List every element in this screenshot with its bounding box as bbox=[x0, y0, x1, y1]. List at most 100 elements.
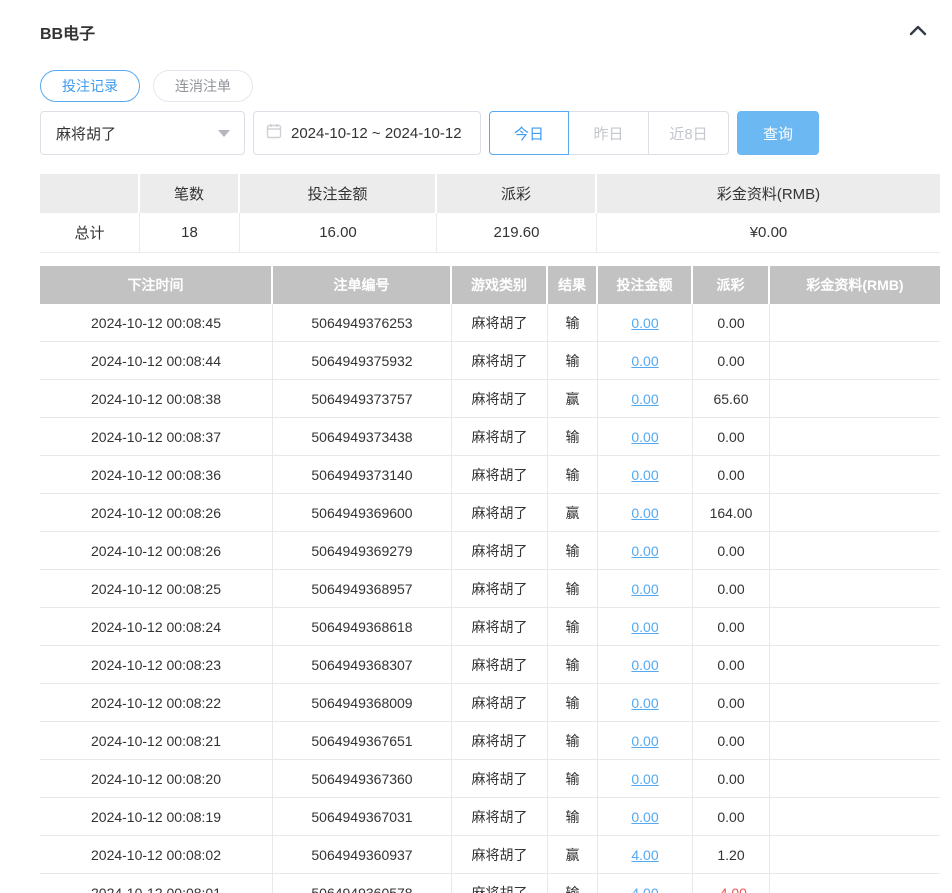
cell-order-number: 5064949375932 bbox=[273, 342, 452, 380]
cell-result: 输 bbox=[548, 684, 598, 722]
cell-payout: 0.00 bbox=[693, 798, 770, 836]
bet-amount-link[interactable]: 0.00 bbox=[631, 695, 658, 711]
cell-result: 输 bbox=[548, 570, 598, 608]
table-row: 2024-10-12 00:08:44 5064949375932 麻将胡了 输… bbox=[40, 342, 940, 380]
yesterday-button[interactable]: 昨日 bbox=[569, 111, 649, 155]
cell-bet-amount: 0.00 bbox=[598, 418, 693, 456]
cell-payout: 164.00 bbox=[693, 494, 770, 532]
cell-result: 输 bbox=[548, 874, 598, 893]
cell-jackpot bbox=[770, 494, 940, 532]
cell-game-type: 麻将胡了 bbox=[452, 418, 548, 456]
cell-order-number: 5064949367651 bbox=[273, 722, 452, 760]
cell-jackpot bbox=[770, 456, 940, 494]
cell-bet-time: 2024-10-12 00:08:45 bbox=[40, 304, 273, 342]
col-header-jackpot: 彩金资料(RMB) bbox=[770, 266, 940, 304]
summary-header-row: 笔数 投注金额 派彩 彩金资料(RMB) bbox=[40, 174, 940, 213]
cell-game-type: 麻将胡了 bbox=[452, 798, 548, 836]
cell-game-type: 麻将胡了 bbox=[452, 760, 548, 798]
collapse-button[interactable] bbox=[904, 20, 932, 44]
cell-bet-time: 2024-10-12 00:08:26 bbox=[40, 532, 273, 570]
cell-bet-time: 2024-10-12 00:08:37 bbox=[40, 418, 273, 456]
bet-amount-link[interactable]: 0.00 bbox=[631, 505, 658, 521]
table-row: 2024-10-12 00:08:23 5064949368307 麻将胡了 输… bbox=[40, 646, 940, 684]
cell-game-type: 麻将胡了 bbox=[452, 570, 548, 608]
bet-amount-link[interactable]: 0.00 bbox=[631, 581, 658, 597]
today-button[interactable]: 今日 bbox=[489, 111, 569, 155]
date-range-picker[interactable]: 2024-10-12 ~ 2024-10-12 bbox=[253, 111, 481, 155]
cell-order-number: 5064949373140 bbox=[273, 456, 452, 494]
cell-result: 输 bbox=[548, 646, 598, 684]
cell-bet-amount: 0.00 bbox=[598, 646, 693, 684]
cell-payout: 0.00 bbox=[693, 760, 770, 798]
summary-header-blank bbox=[40, 174, 140, 213]
table-row: 2024-10-12 00:08:21 5064949367651 麻将胡了 输… bbox=[40, 722, 940, 760]
cell-bet-time: 2024-10-12 00:08:36 bbox=[40, 456, 273, 494]
col-header-game-type: 游戏类别 bbox=[452, 266, 548, 304]
game-type-value: 麻将胡了 bbox=[56, 125, 117, 143]
tab-cancelled-orders[interactable]: 连消注单 bbox=[153, 70, 253, 102]
summary-total-row: 总计 18 16.00 219.60 ¥0.00 bbox=[40, 213, 940, 253]
bet-amount-link[interactable]: 0.00 bbox=[631, 467, 658, 483]
cell-order-number: 5064949369600 bbox=[273, 494, 452, 532]
summary-header-jackpot: 彩金资料(RMB) bbox=[597, 174, 940, 213]
bet-amount-link[interactable]: 0.00 bbox=[631, 429, 658, 445]
cell-jackpot bbox=[770, 532, 940, 570]
cell-result: 输 bbox=[548, 418, 598, 456]
bet-amount-link[interactable]: 0.00 bbox=[631, 391, 658, 407]
cell-bet-amount: 0.00 bbox=[598, 684, 693, 722]
bet-amount-link[interactable]: 0.00 bbox=[631, 543, 658, 559]
bet-amount-link[interactable]: 0.00 bbox=[631, 809, 658, 825]
cell-result: 输 bbox=[548, 798, 598, 836]
cell-payout: 0.00 bbox=[693, 646, 770, 684]
cell-jackpot bbox=[770, 342, 940, 380]
cell-payout: 0.00 bbox=[693, 684, 770, 722]
cell-game-type: 麻将胡了 bbox=[452, 722, 548, 760]
bet-amount-link[interactable]: 4.00 bbox=[631, 885, 658, 893]
cell-game-type: 麻将胡了 bbox=[452, 494, 548, 532]
bet-amount-link[interactable]: 0.00 bbox=[631, 353, 658, 369]
table-row: 2024-10-12 00:08:26 5064949369279 麻将胡了 输… bbox=[40, 532, 940, 570]
tab-bet-records[interactable]: 投注记录 bbox=[40, 70, 140, 102]
cell-payout: 0.00 bbox=[693, 342, 770, 380]
cell-payout: 65.60 bbox=[693, 380, 770, 418]
summary-total-count: 18 bbox=[140, 213, 240, 253]
cell-order-number: 5064949369279 bbox=[273, 532, 452, 570]
last-8-days-button[interactable]: 近8日 bbox=[649, 111, 729, 155]
cell-order-number: 5064949376253 bbox=[273, 304, 452, 342]
cell-order-number: 5064949373757 bbox=[273, 380, 452, 418]
table-row: 2024-10-12 00:08:20 5064949367360 麻将胡了 输… bbox=[40, 760, 940, 798]
query-button[interactable]: 查询 bbox=[737, 111, 819, 155]
bet-amount-link[interactable]: 4.00 bbox=[631, 847, 658, 863]
cell-payout: 0.00 bbox=[693, 304, 770, 342]
cell-payout: -4.00 bbox=[693, 874, 770, 893]
cell-result: 输 bbox=[548, 342, 598, 380]
summary-header-payout: 派彩 bbox=[437, 174, 597, 213]
cell-bet-amount: 0.00 bbox=[598, 380, 693, 418]
bet-amount-link[interactable]: 0.00 bbox=[631, 315, 658, 331]
chevron-up-icon bbox=[907, 22, 929, 43]
table-row: 2024-10-12 00:08:37 5064949373438 麻将胡了 输… bbox=[40, 418, 940, 456]
panel-title: BB电子 bbox=[40, 26, 96, 43]
cell-order-number: 5064949368009 bbox=[273, 684, 452, 722]
bet-amount-link[interactable]: 0.00 bbox=[631, 657, 658, 673]
cell-bet-amount: 4.00 bbox=[598, 874, 693, 893]
game-type-select[interactable]: 麻将胡了 bbox=[40, 111, 245, 155]
cell-order-number: 5064949367031 bbox=[273, 798, 452, 836]
table-row: 2024-10-12 00:08:26 5064949369600 麻将胡了 赢… bbox=[40, 494, 940, 532]
table-row: 2024-10-12 00:08:25 5064949368957 麻将胡了 输… bbox=[40, 570, 940, 608]
table-row: 2024-10-12 00:08:38 5064949373757 麻将胡了 赢… bbox=[40, 380, 940, 418]
cell-result: 输 bbox=[548, 532, 598, 570]
cell-jackpot bbox=[770, 608, 940, 646]
cell-result: 赢 bbox=[548, 836, 598, 874]
cell-bet-time: 2024-10-12 00:08:26 bbox=[40, 494, 273, 532]
bet-amount-link[interactable]: 0.00 bbox=[631, 733, 658, 749]
cell-game-type: 麻将胡了 bbox=[452, 684, 548, 722]
cell-bet-amount: 4.00 bbox=[598, 836, 693, 874]
bet-amount-link[interactable]: 0.00 bbox=[631, 619, 658, 635]
table-row: 2024-10-12 00:08:02 5064949360937 麻将胡了 赢… bbox=[40, 836, 940, 874]
table-row: 2024-10-12 00:08:36 5064949373140 麻将胡了 输… bbox=[40, 456, 940, 494]
summary-total-label: 总计 bbox=[40, 213, 140, 253]
cell-game-type: 麻将胡了 bbox=[452, 304, 548, 342]
cell-jackpot bbox=[770, 418, 940, 456]
bet-amount-link[interactable]: 0.00 bbox=[631, 771, 658, 787]
